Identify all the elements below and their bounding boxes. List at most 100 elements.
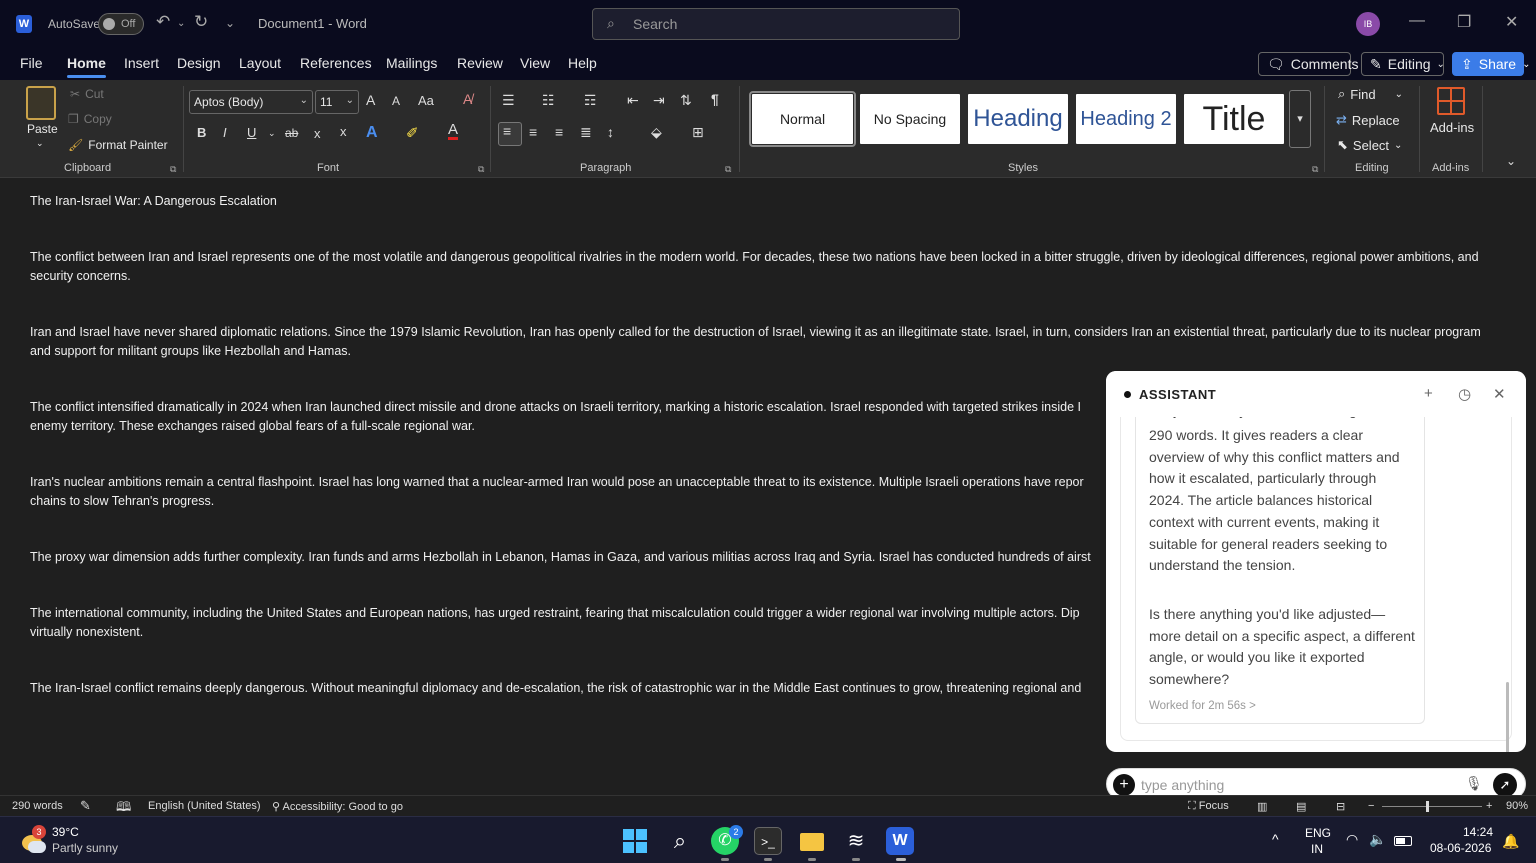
change-case-icon[interactable]: Aa	[418, 93, 434, 108]
undo-dropdown-icon[interactable]: ⌄	[177, 18, 185, 29]
replace-button[interactable]: ⇄ Replace	[1336, 112, 1400, 128]
tab-layout[interactable]: Layout	[239, 55, 281, 71]
font-color-icon[interactable]: A	[448, 122, 459, 140]
show-marks-icon[interactable]: ¶	[711, 91, 719, 107]
zoom-level[interactable]: 90%	[1506, 800, 1528, 812]
paste-dropdown-icon[interactable]: ⌄	[36, 138, 44, 149]
numbering-icon[interactable]: ☷	[542, 92, 555, 109]
italic-icon[interactable]: I	[223, 125, 227, 140]
weather-condition[interactable]: Partly sunny	[52, 841, 118, 855]
focus-mode-button[interactable]: ⛶ Focus	[1188, 800, 1229, 813]
search-box[interactable]: ⌕ Search	[592, 8, 960, 40]
comments-button[interactable]: 🗨 Comments	[1258, 52, 1358, 76]
minimize-icon[interactable]: —	[1409, 12, 1425, 30]
superscript-icon[interactable]: x	[340, 124, 347, 139]
zoom-slider[interactable]	[1382, 806, 1482, 807]
file-explorer-icon[interactable]	[798, 827, 826, 855]
decrease-indent-icon[interactable]: ⇤	[627, 92, 639, 109]
terminal-icon[interactable]: >_	[754, 827, 782, 855]
share-button[interactable]: ⇪ Share ⌄	[1452, 52, 1530, 76]
language-status[interactable]: English (United States)	[148, 800, 261, 812]
font-name-combo[interactable]: Aptos (Body) ⌄	[189, 90, 313, 114]
grow-font-icon[interactable]: A	[366, 92, 375, 108]
multilevel-list-icon[interactable]: ☶	[584, 92, 597, 109]
underline-icon[interactable]: U	[247, 125, 256, 140]
tab-design[interactable]: Design	[177, 55, 221, 71]
customize-toolbar-icon[interactable]: ⌄	[225, 16, 235, 30]
redo-icon[interactable]: ↻	[194, 12, 208, 32]
volume-icon[interactable]: 🔈	[1369, 831, 1386, 848]
align-right-icon[interactable]: ≡	[555, 124, 563, 140]
close-icon[interactable]: ✕	[1505, 12, 1518, 32]
styles-launcher-icon[interactable]: ⧉	[1312, 164, 1318, 175]
tab-home[interactable]: Home	[67, 55, 106, 78]
restore-icon[interactable]: ❐	[1457, 12, 1471, 32]
text-effects-icon[interactable]: A	[366, 124, 378, 142]
language-line-1[interactable]: ENG	[1305, 826, 1331, 840]
word-app-icon[interactable]: W	[886, 827, 914, 855]
strikethrough-icon[interactable]: ab	[285, 126, 298, 140]
accessibility-status[interactable]: ⚲ Accessibility: Good to go	[272, 800, 403, 813]
style-title[interactable]: Title	[1184, 94, 1284, 144]
microphone-icon[interactable]: 🎙	[1465, 775, 1483, 792]
bullets-icon[interactable]: ☰	[502, 92, 515, 109]
tab-view[interactable]: View	[520, 55, 550, 71]
editing-mode-button[interactable]: ✎ Editing ⌄	[1361, 52, 1445, 76]
shrink-font-icon[interactable]: A	[392, 94, 400, 108]
addins-icon[interactable]	[1437, 87, 1465, 115]
select-button[interactable]: ⬉ Select ⌄	[1337, 137, 1402, 153]
clock-time[interactable]: 14:24	[1463, 825, 1493, 839]
history-icon[interactable]: ◷	[1458, 385, 1471, 403]
avatar[interactable]: IB	[1356, 12, 1380, 36]
font-launcher-icon[interactable]: ⧉	[478, 164, 484, 175]
zoom-in-icon[interactable]: +	[1486, 800, 1492, 812]
borders-icon[interactable]: ⊞	[692, 124, 704, 141]
style-normal[interactable]: Normal	[749, 91, 856, 147]
chevron-down-icon[interactable]: ⌄	[268, 128, 276, 139]
proofing-icon[interactable]: ✎	[80, 798, 91, 814]
temperature[interactable]: 39°C	[52, 825, 79, 839]
language-line-2[interactable]: IN	[1311, 842, 1323, 856]
shading-icon[interactable]: ⬙	[651, 124, 662, 141]
web-layout-icon[interactable]: ⊟	[1336, 800, 1345, 813]
print-layout-icon[interactable]: ▤	[1296, 800, 1306, 813]
find-button[interactable]: ⌕ Find ⌄	[1338, 86, 1403, 102]
styles-gallery-more-icon[interactable]: ▾	[1289, 90, 1311, 148]
clear-formatting-icon[interactable]: A̸	[463, 91, 472, 107]
worked-for-link[interactable]: Worked for 2m 56s >	[1149, 700, 1256, 712]
wifi-icon[interactable]: ◠	[1346, 831, 1358, 848]
justify-icon[interactable]: ≣	[580, 124, 592, 141]
close-icon[interactable]: ✕	[1493, 385, 1506, 403]
format-painter-button[interactable]: 🖌 Format Painter	[68, 138, 168, 152]
copy-button[interactable]: ❐ Copy	[68, 112, 112, 126]
autosave-toggle[interactable]: Off	[98, 13, 144, 35]
attach-plus-icon[interactable]: +	[1113, 774, 1135, 796]
align-left-icon[interactable]: ≡	[498, 122, 522, 146]
windows-start-icon[interactable]	[621, 827, 649, 855]
read-mode-icon[interactable]: ▥	[1257, 800, 1267, 813]
tab-help[interactable]: Help	[568, 55, 597, 71]
document-title-line[interactable]: The Iran-Israel War: A Dangerous Escalat…	[30, 192, 1490, 211]
document-paragraph[interactable]: Iran and Israel have never shared diplom…	[30, 323, 1490, 361]
clipboard-launcher-icon[interactable]: ⧉	[170, 164, 176, 175]
search-icon[interactable]: ⌕	[666, 827, 694, 855]
paste-icon[interactable]	[26, 86, 56, 120]
new-chat-icon[interactable]: +	[1424, 385, 1433, 402]
battery-icon[interactable]	[1394, 836, 1412, 846]
tab-mailings[interactable]: Mailings	[386, 55, 437, 71]
style-heading-1[interactable]: Heading	[968, 94, 1068, 144]
ribbon-collapse-icon[interactable]: ⌄	[1506, 154, 1516, 168]
tab-review[interactable]: Review	[457, 55, 503, 71]
highlight-icon[interactable]: ✐	[406, 124, 419, 142]
send-icon[interactable]: ➚	[1493, 773, 1517, 797]
app-icon[interactable]: ≋	[842, 827, 870, 855]
chevron-up-icon[interactable]: ^	[1272, 831, 1279, 847]
assistant-conversation[interactable]: sits just under your 300-word target at …	[1120, 401, 1512, 752]
document-paragraph[interactable]: The conflict between Iran and Israel rep…	[30, 248, 1490, 286]
tab-file[interactable]: File	[20, 55, 43, 71]
zoom-slider-handle[interactable]	[1426, 801, 1429, 812]
cut-button[interactable]: ✂ Cut	[70, 87, 104, 101]
paste-button[interactable]: Paste	[27, 122, 58, 136]
increase-indent-icon[interactable]: ⇥	[653, 92, 665, 109]
weather-widget[interactable]: 3	[20, 825, 46, 853]
